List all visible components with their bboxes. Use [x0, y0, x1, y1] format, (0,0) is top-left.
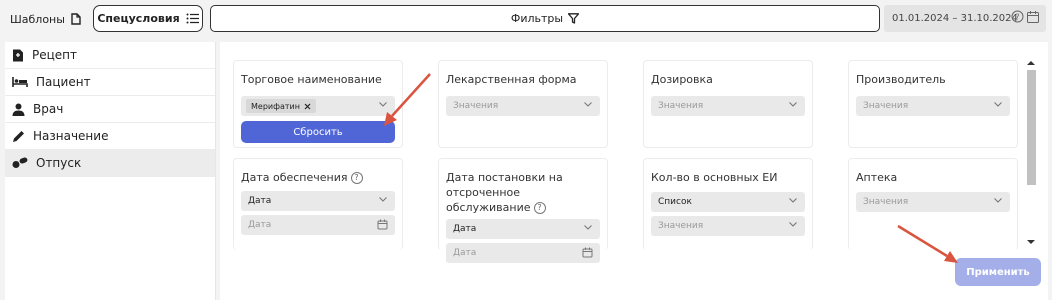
- sidebar-item-doctor[interactable]: Врач: [5, 96, 215, 123]
- deferred-date-mode-select[interactable]: Дата: [446, 219, 600, 239]
- app-page: Шаблоны Спецусловия Фильтры 01.01.2024 –…: [0, 0, 1052, 300]
- help-icon[interactable]: ?: [350, 172, 363, 184]
- sidebar-item-label: Пациент: [36, 75, 91, 89]
- help-icon[interactable]: ?: [533, 202, 546, 214]
- filter-card-pharmacy: Аптека Значения: [848, 158, 1018, 250]
- close-icon[interactable]: [304, 103, 311, 110]
- filter-title: Торговое наименование: [241, 73, 382, 86]
- filter-title: Кол-во в основных ЕИ: [651, 171, 778, 184]
- svg-text:?: ?: [1015, 12, 1019, 21]
- date-placeholder: Дата: [248, 220, 272, 230]
- sidebar-item-patient[interactable]: Пациент: [5, 69, 215, 96]
- filter-card-dosage-form: Лекарственная форма Значения: [438, 60, 608, 148]
- document-icon: [71, 13, 81, 25]
- scroll-down-arrow: [1027, 240, 1035, 244]
- reset-button[interactable]: Сбросить: [241, 121, 395, 143]
- apply-label: Применить: [966, 266, 1030, 278]
- pills-icon: [12, 157, 28, 168]
- sidebar-item-dispensing[interactable]: Отпуск: [5, 150, 215, 177]
- filters-label: Фильтры: [510, 12, 564, 25]
- dosage-select[interactable]: Значения: [651, 96, 805, 116]
- trade-name-select[interactable]: Мерифатин: [241, 96, 395, 116]
- filter-title: Дата обеспечения: [241, 171, 348, 184]
- select-value: Список: [658, 197, 692, 207]
- chevron-down-icon: [584, 225, 592, 230]
- patient-bed-icon: [12, 77, 28, 87]
- chevron-down-icon: [789, 102, 797, 107]
- reset-label: Сбросить: [293, 126, 343, 138]
- chevron-down-icon: [994, 102, 1002, 107]
- select-placeholder: Значения: [658, 101, 704, 111]
- special-conditions-button[interactable]: Спецусловия: [93, 5, 203, 32]
- filter-card-dosage: Дозировка Значения: [643, 60, 813, 148]
- sidebar-item-assignment[interactable]: Назначение: [5, 123, 215, 150]
- selected-chip: Мерифатин: [246, 99, 316, 113]
- select-value: Дата: [453, 224, 477, 234]
- calendar-icon[interactable]: [582, 247, 593, 258]
- supply-date-mode-select[interactable]: Дата: [241, 191, 395, 211]
- sidebar-item-label: Назначение: [33, 129, 109, 143]
- filter-card-deferred-date: Дата постановки на отсроченное обслужива…: [438, 158, 608, 263]
- chip-label: Мерифатин: [251, 101, 300, 111]
- top-toolbar: Шаблоны Спецусловия Фильтры 01.01.2024 –…: [0, 0, 1052, 40]
- templates-button[interactable]: Шаблоны: [10, 7, 81, 31]
- pen-icon: [13, 130, 24, 142]
- sidebar-item-label: Рецепт: [32, 48, 78, 62]
- deferred-date-input[interactable]: Дата: [446, 243, 600, 263]
- templates-label: Шаблоны: [10, 12, 65, 26]
- filters-button[interactable]: Фильтры: [210, 5, 880, 32]
- filter-title: Производитель: [856, 73, 946, 86]
- doctor-icon: [12, 103, 25, 116]
- select-placeholder: Значения: [658, 221, 704, 231]
- filter-card-quantity: Кол-во в основных ЕИ Список Значения: [643, 158, 813, 250]
- supply-date-input[interactable]: Дата: [241, 215, 395, 235]
- filter-card-manufacturer: Производитель Значения: [848, 60, 1018, 148]
- filter-title-row: Дата обеспечения?: [241, 170, 395, 185]
- filter-card-trade-name: Торговое наименование Мерифатин Сбросить: [233, 60, 403, 148]
- scroll-up-arrow: [1027, 61, 1035, 65]
- sidebar-item-recipe[interactable]: Рецепт: [5, 42, 215, 69]
- filter-title: Аптека: [856, 171, 898, 184]
- sidebar: Рецепт Пациент Врач Назначение Отпуск: [5, 42, 216, 300]
- select-placeholder: Значения: [453, 101, 499, 111]
- sidebar-item-label: Отпуск: [36, 156, 82, 170]
- chevron-down-icon: [994, 198, 1002, 203]
- quantity-mode-select[interactable]: Список: [651, 192, 805, 212]
- manufacturer-select[interactable]: Значения: [856, 96, 1010, 116]
- date-placeholder: Дата: [453, 248, 477, 258]
- filter-card-supply-date: Дата обеспечения? Дата Дата: [233, 158, 403, 250]
- chevron-down-icon: [584, 102, 592, 107]
- calendar-icon[interactable]: [377, 219, 388, 230]
- list-icon: [186, 13, 199, 24]
- funnel-icon: [568, 13, 580, 24]
- chevron-down-icon: [379, 197, 387, 202]
- quantity-values-select[interactable]: Значения: [651, 216, 805, 236]
- select-value: Дата: [248, 196, 272, 206]
- pharmacy-select[interactable]: Значения: [856, 192, 1010, 212]
- filter-title-row: Дата постановки на отсроченное обслужива…: [446, 170, 600, 215]
- chevron-down-icon: [379, 102, 387, 107]
- apply-button[interactable]: Применить: [955, 258, 1041, 286]
- sidebar-item-label: Врач: [33, 102, 64, 116]
- dosage-form-select[interactable]: Значения: [446, 96, 600, 116]
- help-icon[interactable]: ?: [1011, 10, 1024, 23]
- select-placeholder: Значения: [863, 101, 909, 111]
- date-range-value: 01.01.2024 – 31.10.2024: [892, 13, 1018, 24]
- special-conditions-label: Спецусловия: [97, 12, 180, 25]
- filter-title: Дозировка: [651, 73, 713, 86]
- chevron-down-icon: [789, 222, 797, 227]
- prescription-icon: [13, 49, 23, 61]
- scrollbar-thumb[interactable]: [1027, 70, 1036, 185]
- calendar-icon[interactable]: [1026, 10, 1040, 24]
- select-placeholder: Значения: [863, 197, 909, 207]
- date-range-field[interactable]: 01.01.2024 – 31.10.2024 ?: [884, 5, 1046, 32]
- chevron-down-icon: [789, 198, 797, 203]
- filter-title: Лекарственная форма: [446, 73, 577, 86]
